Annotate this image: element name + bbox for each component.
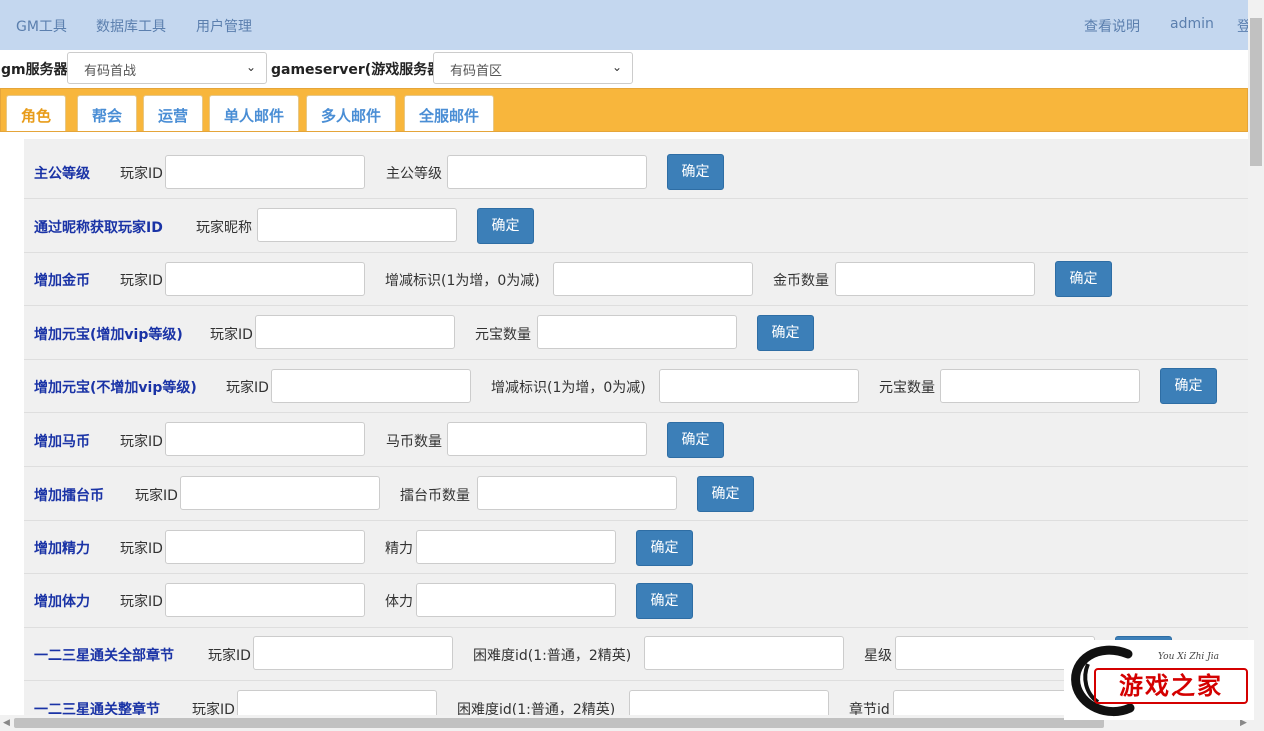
nav-user-management[interactable]: 用户管理 [196,16,252,36]
player-id-input[interactable] [255,315,455,349]
watermark-text: 游戏之家 [1094,668,1248,704]
confirm-button[interactable]: 确定 [477,208,534,244]
row-add-yuanbao-vip: 增加元宝(增加vip等级) 玩家ID 元宝数量 确定 [24,306,1248,360]
player-id-input[interactable] [180,476,380,510]
field-label: 体力 [385,594,413,610]
field-label: 金币数量 [773,273,829,289]
field-label: 主公等级 [386,166,442,182]
row-title: 增加擂台币 [34,488,104,504]
tab-single-mail[interactable]: 单人邮件 [209,95,300,131]
player-id-input[interactable] [165,262,365,296]
row-title: 增加体力 [34,594,90,610]
stamina-input[interactable] [416,583,616,617]
tab-operations[interactable]: 运营 [143,95,204,131]
top-navbar: GM工具 数据库工具 用户管理 查看说明 admin 登 [0,0,1251,50]
field-label: 玩家ID [210,327,253,343]
confirm-button[interactable]: 确定 [697,476,754,512]
nav-user-admin[interactable]: admin [1170,16,1214,32]
confirm-button[interactable]: 确定 [757,315,814,351]
energy-input[interactable] [416,530,616,564]
gm-server-label: gm服务器 [1,62,68,78]
player-id-input[interactable] [165,583,365,617]
field-label: 马币数量 [386,434,442,450]
confirm-button[interactable]: 确定 [636,530,693,566]
nickname-input[interactable] [257,208,457,242]
confirm-button[interactable]: 确定 [1055,261,1112,297]
row-title: 一二三星通关全部章节 [34,648,174,664]
field-label: 增减标识(1为增，0为减) [385,273,540,289]
chevron-down-icon: ⌄ [245,60,256,74]
horse-coin-amount-input[interactable] [447,422,647,456]
field-label: 玩家ID [120,541,163,557]
confirm-button[interactable]: 确定 [667,154,724,190]
gm-server-value: 有码首战 [84,64,137,79]
player-id-input[interactable] [165,530,365,564]
field-label: 元宝数量 [879,380,935,396]
row-title: 增加精力 [34,541,90,557]
horizontal-scroll-thumb[interactable] [14,718,1104,728]
field-label: 玩家ID [120,594,163,610]
server-bar: gm服务器 有码首战 ⌄ gameserver(游戏服务器) 有码首区 ⌄ [0,50,1248,88]
player-id-input[interactable] [165,422,365,456]
scroll-left-arrow-icon[interactable]: ◀ [3,718,10,728]
row-title: 主公等级 [34,166,90,182]
game-server-select[interactable]: 有码首区 ⌄ [433,52,633,84]
row-title: 通过昵称获取玩家ID [34,220,163,236]
field-label: 玩家ID [120,273,163,289]
gold-amount-input[interactable] [835,262,1035,296]
field-label: 玩家ID [226,380,269,396]
row-title: 增加马币 [34,434,90,450]
field-label: 增减标识(1为增，0为减) [491,380,646,396]
tab-role[interactable]: 角色 [6,95,67,131]
field-label: 玩家ID [208,648,251,664]
row-title: 增加元宝(不增加vip等级) [34,380,197,396]
field-label: 元宝数量 [475,327,531,343]
nav-database-tools[interactable]: 数据库工具 [96,16,166,36]
role-panel: 主公等级 玩家ID 主公等级 确定 通过昵称获取玩家ID 玩家昵称 确定 增加金… [24,139,1248,719]
field-label: 困难度id(1:普通，2精英) [473,648,632,664]
row-add-yuanbao-no-vip: 增加元宝(不增加vip等级) 玩家ID 增减标识(1为增，0为减) 元宝数量 确… [24,359,1248,413]
tab-multi-mail[interactable]: 多人邮件 [306,95,397,131]
player-id-input[interactable] [271,369,471,403]
field-label: 玩家ID [120,166,163,182]
nav-help[interactable]: 查看说明 [1084,16,1140,36]
watermark-subtitle: You Xi Zhi Jia [1158,652,1220,662]
confirm-button[interactable]: 确定 [667,422,724,458]
arena-coin-amount-input[interactable] [477,476,677,510]
yuanbao-amount-input[interactable] [940,369,1140,403]
nav-gm-tools[interactable]: GM工具 [16,16,67,36]
game-server-label: gameserver(游戏服务器) [271,62,448,78]
yuanbao-amount-input[interactable] [537,315,737,349]
add-sub-flag-input[interactable] [659,369,859,403]
field-label: 擂台币数量 [400,488,470,504]
row-title: 增加金币 [34,273,90,289]
difficulty-id-input[interactable] [644,636,844,670]
game-server-value: 有码首区 [450,64,503,79]
lord-level-input[interactable] [447,155,647,189]
row-add-gold: 增加金币 玩家ID 增减标识(1为增，0为减) 金币数量 确定 [24,252,1248,306]
row-title: 增加元宝(增加vip等级) [34,327,183,343]
gm-server-select[interactable]: 有码首战 ⌄ [67,52,267,84]
row-lord-level: 主公等级 玩家ID 主公等级 确定 [24,145,1248,199]
tab-server-mail[interactable]: 全服邮件 [404,95,495,131]
row-nickname-lookup: 通过昵称获取玩家ID 玩家昵称 确定 [24,199,1248,253]
field-label: 玩家ID [120,434,163,450]
add-sub-flag-input[interactable] [553,262,753,296]
tab-guild[interactable]: 帮会 [77,95,138,131]
vertical-scroll-thumb[interactable] [1250,18,1262,166]
field-label: 玩家ID [135,488,178,504]
field-label: 精力 [385,541,413,557]
row-add-energy: 增加精力 玩家ID 精力 确定 [24,520,1248,574]
confirm-button[interactable]: 确定 [636,583,693,619]
confirm-button[interactable]: 确定 [1160,368,1217,404]
chevron-down-icon: ⌄ [611,60,622,74]
row-add-arena-coin: 增加擂台币 玩家ID 擂台币数量 确定 [24,467,1248,521]
field-label: 星级 [864,648,892,664]
tab-bar: 角色 帮会 运营 单人邮件 多人邮件 全服邮件 [0,88,1248,132]
player-id-input[interactable] [165,155,365,189]
field-label: 玩家昵称 [196,220,252,236]
row-add-horse-coin: 增加马币 玩家ID 马币数量 确定 [24,413,1248,467]
player-id-input[interactable] [253,636,453,670]
row-add-stamina: 增加体力 玩家ID 体力 确定 [24,574,1248,628]
